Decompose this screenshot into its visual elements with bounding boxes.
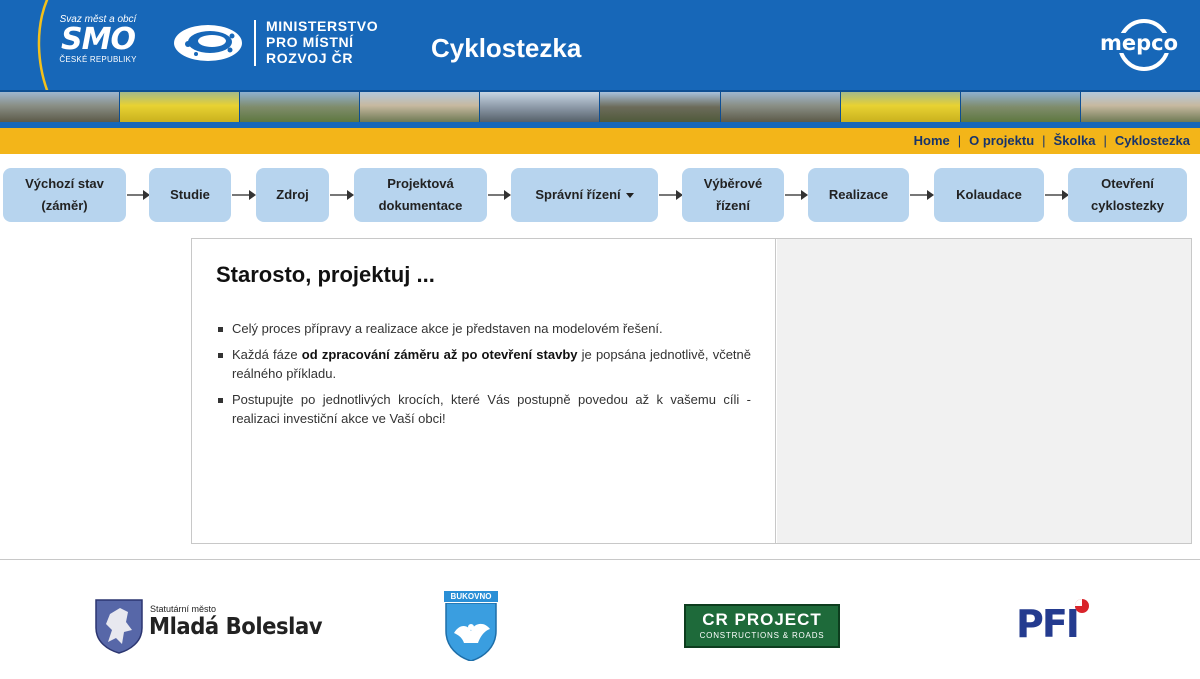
smo-logo-main-text: SMO [61,22,136,57]
bullet-text-bold: od zpracování záměru až po otevření stav… [301,347,578,362]
nav-separator: | [957,133,962,148]
ministry-divider [254,20,256,66]
partner-logo-pfi[interactable]: PFI [1016,598,1096,650]
list-item: Každá fáze od zpracování záměru až po ot… [216,345,751,383]
mepco-logo-text: mepco [1100,31,1178,55]
ministry-line-3: ROZVOJ ČR [266,50,354,66]
cr-project-box: CR PROJECT CONSTRUCTIONS & ROADS [684,604,840,648]
nav-link-cyklostezka[interactable]: Cyklostezka [1115,133,1190,148]
ministry-logo-text[interactable]: MINISTERSTVO PRO MÍSTNÍ ROZVOJ ČR [266,18,378,66]
photo-house [600,92,721,122]
bullet-text: Celý proces přípravy a realizace akce je… [232,321,663,336]
nav-separator: | [1103,133,1107,148]
step-label: Otevření cyklostezky [1091,176,1164,213]
process-steps: Výchozí stav (záměr) Studie Zdroj Projek… [0,168,1200,224]
mlada-boleslav-small-text: Statutární město [150,604,217,614]
partner-logo-mlada-boleslav[interactable]: Statutární město Mladá Boleslav [94,598,323,656]
cr-project-tagline: CONSTRUCTIONS & ROADS [699,631,825,640]
nav-link-o-projektu[interactable]: O projektu [969,133,1034,148]
page-title: Starosto, projektuj ... [216,262,435,287]
partner-logo-cr-project[interactable]: CR PROJECT CONSTRUCTIONS & ROADS [684,604,840,648]
step-arrow-icon [488,190,511,200]
step-label: Výběrové řízení [703,176,763,213]
photo-village-2 [960,92,1081,122]
site-title: Cyklostezka [431,33,582,63]
step-studie[interactable]: Studie [149,168,231,222]
nav-link-skolka[interactable]: Školka [1054,133,1096,148]
photo-castle [0,92,121,122]
step-arrow-icon [330,190,354,200]
photo-chateau [360,92,481,122]
photo-strip [0,90,1200,122]
step-arrow-icon [232,190,256,200]
site-header: Svaz měst a obcí SMO ČESKÉ REPUBLIKY MIN… [0,0,1200,90]
step-arrow-icon [127,190,150,200]
step-label: Studie [170,187,210,202]
step-arrow-icon [659,190,683,200]
bukovno-shield-icon [445,603,497,661]
photo-village [240,92,361,122]
bukovno-label: BUKOVNO [444,591,498,602]
step-projektova-dokumentace[interactable]: Projektová dokumentace [354,168,487,222]
smo-logo[interactable]: Svaz měst a obcí SMO ČESKÉ REPUBLIKY [56,14,140,74]
footer-divider [0,559,1200,560]
pfi-pie-icon [1075,599,1089,613]
bullet-list: Celý proces přípravy a realizace akce je… [216,319,751,428]
photo-rapeseed-field [120,92,241,122]
mlada-boleslav-name: Mladá Boleslav [149,614,323,640]
nav-separator: | [1042,133,1046,148]
step-label: Výchozí stav (záměr) [25,176,104,213]
step-label: Realizace [828,187,889,202]
cr-project-name: CR PROJECT [702,610,822,629]
side-pane [777,239,1191,543]
list-item: Celý proces přípravy a realizace akce je… [216,319,751,338]
step-kolaudace[interactable]: Kolaudace [934,168,1044,222]
partner-logo-bukovno[interactable]: BUKOVNO [444,591,498,661]
step-label: Projektová dokumentace [378,176,463,213]
photo-modern-building [480,92,601,122]
step-zdroj[interactable]: Zdroj [256,168,329,222]
main-panel: Starosto, projektuj ... Celý proces příp… [191,238,1192,544]
step-vychozi-stav[interactable]: Výchozí stav (záměr) [3,168,126,222]
step-arrow-icon [785,190,808,200]
bullet-text: Postupujte po jednotlivých krocích, kter… [232,392,751,426]
smo-logo-bottom-text: ČESKÉ REPUBLIKY [59,55,137,64]
step-label: Zdroj [276,187,309,202]
mepco-logo[interactable]: mepco [1092,18,1186,72]
step-label: Správní řízení [535,187,621,202]
bullet-text-pre: Každá fáze [232,347,302,362]
photo-castle-2 [720,92,841,122]
step-label: Kolaudace [956,187,1022,202]
chevron-down-icon [625,192,634,198]
step-vyberove-rizeni[interactable]: Výběrové řízení [682,168,784,222]
ministry-line-2: PRO MÍSTNÍ [266,34,354,50]
top-navigation: Home | O projektu | Školka | Cyklostezka [0,128,1200,154]
list-item: Postupujte po jednotlivých krocích, kter… [216,390,751,428]
step-arrow-icon [1045,190,1069,200]
nav-link-home[interactable]: Home [914,133,950,148]
step-otevreni-cyklostezky[interactable]: Otevření cyklostezky [1068,168,1187,222]
step-arrow-icon [910,190,934,200]
step-realizace[interactable]: Realizace [808,168,909,222]
ministry-emblem-icon[interactable] [172,22,244,64]
ministry-line-1: MINISTERSTVO [266,18,379,34]
mlada-boleslav-shield-icon [95,599,143,654]
content-pane: Starosto, projektuj ... Celý proces příp… [192,239,776,543]
photo-rapeseed-field-2 [840,92,961,122]
step-spravni-rizeni-dropdown[interactable]: Správní řízení [511,168,658,222]
photo-chateau-2 [1080,92,1200,122]
pfi-logo-text: PFI [1016,602,1080,646]
